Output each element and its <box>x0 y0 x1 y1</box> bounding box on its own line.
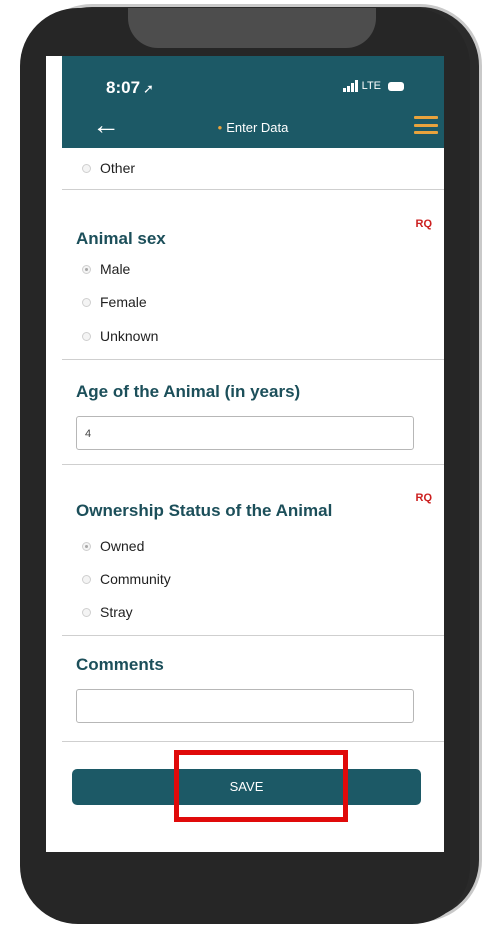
radio-unselected-icon[interactable] <box>82 607 91 617</box>
signal-bars-icon <box>342 80 358 92</box>
radio-unselected-icon[interactable] <box>82 331 91 341</box>
required-badge: RQ <box>415 492 433 504</box>
app-screen: 8:07 ➚ LTE ← • Enter Data Other RQ Anima… <box>46 56 444 852</box>
age-input[interactable]: 4 <box>76 416 414 450</box>
required-badge: RQ <box>415 218 433 230</box>
phone-notch <box>128 8 376 48</box>
option-community[interactable]: Community <box>82 571 171 587</box>
radio-selected-icon[interactable] <box>82 541 91 551</box>
app-header: 8:07 ➚ LTE ← • Enter Data <box>62 56 444 148</box>
battery-icon <box>388 81 404 91</box>
divider <box>62 741 444 742</box>
option-stray[interactable]: Stray <box>82 604 133 620</box>
option-owned[interactable]: Owned <box>82 538 144 554</box>
option-label: Stray <box>100 604 133 620</box>
status-time: 8:07 ➚ <box>106 78 154 98</box>
page-title-text: Enter Data <box>226 120 289 135</box>
option-label: Community <box>100 571 171 587</box>
divider <box>62 635 444 636</box>
option-label: Other <box>100 160 136 176</box>
title-dot-icon: • <box>217 120 223 135</box>
radio-unselected-icon[interactable] <box>82 574 91 584</box>
divider <box>62 359 444 360</box>
status-indicators: LTE <box>342 80 404 92</box>
divider <box>62 189 444 190</box>
question-title-comments: Comments <box>76 655 164 674</box>
option-label: Male <box>100 261 131 277</box>
option-label: Female <box>100 294 147 310</box>
radio-unselected-icon[interactable] <box>82 297 91 307</box>
question-title-ownership: Ownership Status of the Animal <box>76 501 333 520</box>
question-title-animal-sex: Animal sex <box>76 229 166 248</box>
option-label: Unknown <box>100 328 159 344</box>
status-time-text: 8:07 <box>106 78 141 97</box>
network-label: LTE <box>361 80 381 92</box>
option-female[interactable]: Female <box>82 294 147 310</box>
highlight-annotation-box <box>174 750 348 822</box>
option-unknown[interactable]: Unknown <box>82 328 158 344</box>
radio-unselected-icon[interactable] <box>82 163 91 173</box>
option-other[interactable]: Other <box>82 160 135 176</box>
screenshot-stage: 8:07 ➚ LTE ← • Enter Data Other RQ Anima… <box>0 0 488 930</box>
option-male[interactable]: Male <box>82 261 130 277</box>
comments-input[interactable] <box>76 689 414 723</box>
location-arrow-icon: ➚ <box>143 81 154 96</box>
option-label: Owned <box>100 538 145 554</box>
page-title: • Enter Data <box>62 120 444 135</box>
divider <box>62 464 444 465</box>
hamburger-menu-icon[interactable] <box>414 116 438 134</box>
question-title-age: Age of the Animal (in years) <box>76 382 301 401</box>
radio-selected-icon[interactable] <box>82 264 91 274</box>
